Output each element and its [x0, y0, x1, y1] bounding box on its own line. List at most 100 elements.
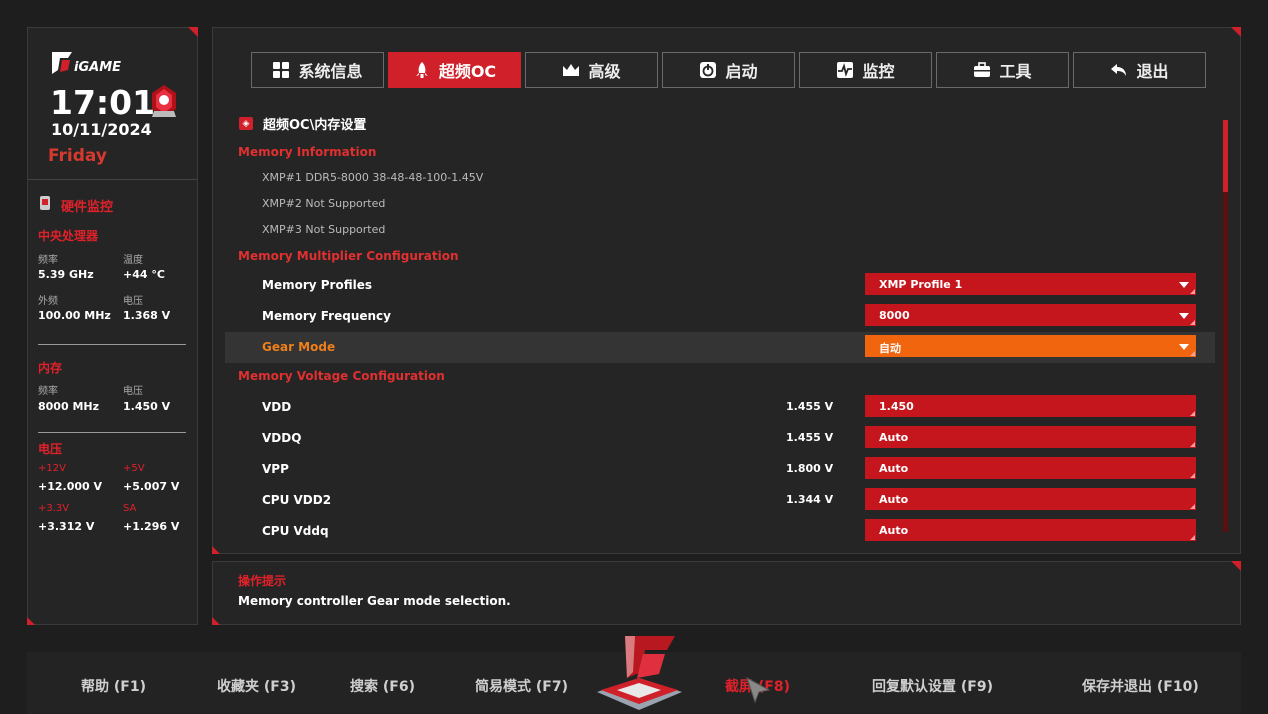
vdd-row[interactable]: VDD 1.455 V 1.450 [225, 392, 1215, 423]
v12-value: +12.000 V [38, 480, 103, 493]
gear-mode-dropdown[interactable]: 自动 [865, 335, 1196, 357]
current-voltage: 1.455 V [786, 431, 834, 444]
setting-label: VPP [262, 462, 289, 476]
cpu-vdd2-row[interactable]: CPU VDD2 1.344 V Auto [225, 485, 1215, 516]
scrollbar-thumb[interactable] [1223, 120, 1228, 192]
divider [38, 344, 186, 345]
search-button[interactable]: 搜索 (F6) [350, 676, 415, 696]
memory-frequency-row[interactable]: Memory Frequency 8000 [225, 301, 1215, 332]
tab-monitor[interactable]: 监控 [799, 52, 932, 88]
help-text: Memory controller Gear mode selection. [238, 594, 511, 608]
tab-boot[interactable]: 启动 [662, 52, 795, 88]
mem-freq-label: 频率 [38, 386, 58, 397]
cpu-volt-value: 1.368 V [123, 309, 171, 322]
rocket-icon [415, 62, 428, 78]
chevron-down-icon [1179, 282, 1189, 288]
tab-system-info[interactable]: 系统信息 [251, 52, 384, 88]
setting-label: CPU Vddq [262, 524, 329, 538]
scrollbar[interactable] [1223, 120, 1228, 532]
cpu-freq-value: 5.39 GHz [38, 268, 94, 281]
memory-frequency-dropdown[interactable]: 8000 [865, 304, 1196, 326]
input-value: 1.450 [879, 400, 914, 413]
setting-label: CPU VDD2 [262, 493, 332, 507]
xmp2-info: XMP#2 Not Supported [262, 197, 386, 210]
input-value: Auto [879, 493, 909, 506]
xmp1-info: XMP#1 DDR5-8000 38-48-48-100-1.45V [262, 171, 484, 184]
save-exit-button[interactable]: 保存并退出 (F10) [1082, 676, 1199, 696]
igame-logo: iGAME [52, 52, 121, 75]
vdd-input[interactable]: 1.450 [865, 395, 1196, 417]
tab-label: 高级 [588, 62, 621, 81]
divider [38, 432, 186, 433]
sa-label: SA [123, 503, 137, 514]
cpu-bclk-value: 100.00 MHz [38, 309, 111, 322]
vpp-row[interactable]: VPP 1.800 V Auto [225, 454, 1215, 485]
breadcrumb-text: 超频OC\内存设置 [263, 118, 367, 133]
cpu-volt-label: 电压 [123, 296, 143, 307]
cpu-temp-label: 温度 [123, 255, 143, 266]
breadcrumb: ◈ 超频OC\内存设置 [239, 114, 366, 133]
mem-volt-value: 1.450 V [123, 400, 171, 413]
cpu-freq-label: 频率 [38, 255, 58, 266]
gear-mode-row[interactable]: Gear Mode 自动 [225, 332, 1215, 363]
xmp3-info: XMP#3 Not Supported [262, 223, 386, 236]
help-button[interactable]: 帮助 (F1) [81, 676, 146, 696]
cpu-temp-value: +44 °C [123, 268, 165, 281]
help-title: 操作提示 [238, 574, 287, 588]
function-key-bar: 帮助 (F1) 收藏夹 (F3) 搜索 (F6) 简易模式 (F7) 截屏 (F… [27, 636, 1241, 714]
tab-overclock[interactable]: 超频OC [388, 52, 521, 88]
tab-label: 系统信息 [298, 62, 363, 81]
tab-label: 启动 [725, 62, 758, 81]
mem-volt-label: 电压 [123, 386, 143, 397]
favorites-button[interactable]: 收藏夹 (F3) [217, 676, 296, 696]
toolbox-icon [974, 62, 991, 77]
tab-exit[interactable]: 退出 [1073, 52, 1206, 88]
vddq-row[interactable]: VDDQ 1.455 V Auto [225, 423, 1215, 454]
chevron-down-icon [1179, 313, 1189, 319]
cpu-bclk-label: 外频 [38, 296, 58, 307]
date: 10/11/2024 [51, 120, 152, 139]
v33-label: +3.3V [38, 503, 70, 514]
current-voltage: 1.800 V [786, 462, 834, 475]
help-panel: 操作提示 Memory controller Gear mode selecti… [212, 561, 1241, 625]
crown-icon [563, 64, 580, 76]
svg-text:iGAME: iGAME [74, 60, 121, 75]
load-defaults-button[interactable]: 回复默认设置 (F9) [872, 676, 993, 696]
vddq-input[interactable]: Auto [865, 426, 1196, 448]
setting-label: Memory Frequency [262, 309, 391, 323]
back-arrow-icon [1111, 64, 1127, 76]
clock: 17:01 [50, 83, 156, 122]
cpu-vddq-row[interactable]: CPU Vddq Auto [225, 516, 1215, 547]
cpu-vdd2-input[interactable]: Auto [865, 488, 1196, 510]
input-value: Auto [879, 462, 909, 475]
current-voltage: 1.455 V [786, 400, 834, 413]
memory-profiles-row[interactable]: Memory Profiles XMP Profile 1 [225, 270, 1215, 301]
setting-label: VDD [262, 400, 292, 414]
monitor-icon [837, 62, 854, 78]
dropdown-value: 自动 [879, 342, 901, 355]
easy-mode-button[interactable]: 简易模式 (F7) [475, 676, 568, 696]
memory-section-title: 内存 [38, 361, 63, 375]
tab-label: 退出 [1136, 62, 1169, 81]
tab-label: 工具 [999, 62, 1032, 81]
tab-advanced[interactable]: 高级 [525, 52, 658, 88]
power-icon [700, 62, 717, 78]
vpp-input[interactable]: Auto [865, 457, 1196, 479]
memory-profiles-dropdown[interactable]: XMP Profile 1 [865, 273, 1196, 295]
divider [28, 179, 197, 180]
voltage-config-title: Memory Voltage Configuration [238, 369, 445, 383]
current-voltage: 1.344 V [786, 493, 834, 506]
v5-label: +5V [123, 463, 145, 474]
setting-label: Memory Profiles [262, 278, 372, 292]
mascot-icon [152, 85, 176, 117]
tab-tools[interactable]: 工具 [936, 52, 1069, 88]
mouse-cursor-icon [746, 676, 771, 704]
grid-icon [273, 62, 290, 78]
tab-label: 超频OC [438, 62, 497, 81]
tab-label: 监控 [862, 62, 895, 81]
hardware-monitor-title: 硬件监控 [61, 200, 114, 215]
cpu-vddq-input[interactable]: Auto [865, 519, 1196, 541]
dropdown-value: XMP Profile 1 [879, 278, 963, 291]
multiplier-config-title: Memory Multiplier Configuration [238, 249, 459, 263]
dropdown-value: 8000 [879, 309, 910, 322]
